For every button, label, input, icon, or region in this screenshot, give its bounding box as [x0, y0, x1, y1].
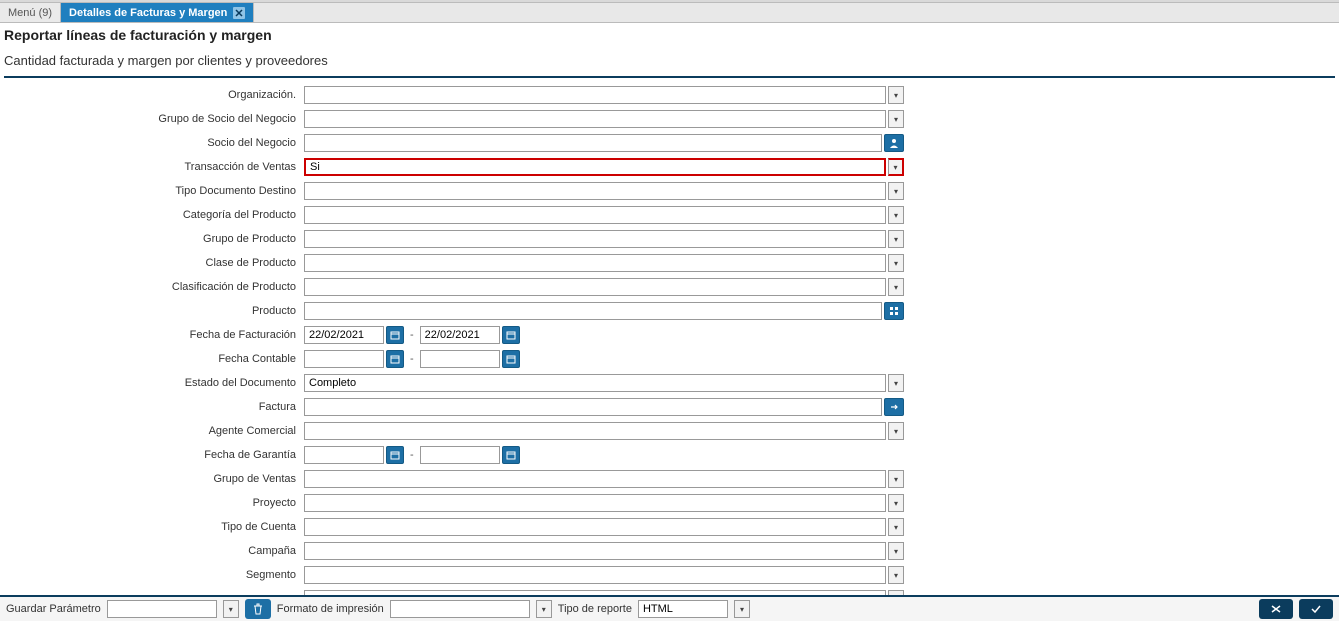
estado-doc-input[interactable]: [304, 374, 886, 392]
calendar-icon[interactable]: [502, 446, 520, 464]
chevron-down-icon[interactable]: ▾: [888, 110, 904, 128]
fecha-cont-to-input[interactable]: [420, 350, 500, 368]
cat-producto-input[interactable]: [304, 206, 886, 224]
fecha-cont-from-input[interactable]: [304, 350, 384, 368]
ok-button[interactable]: [1299, 599, 1333, 619]
chevron-down-icon[interactable]: ▾: [888, 254, 904, 272]
chevron-down-icon[interactable]: ▾: [888, 230, 904, 248]
chevron-down-icon[interactable]: ▾: [888, 206, 904, 224]
chevron-down-icon[interactable]: ▾: [223, 600, 239, 618]
factura-input[interactable]: [304, 398, 882, 416]
label-producto: Producto: [4, 305, 304, 317]
fecha-fact-to-input[interactable]: [420, 326, 500, 344]
tipo-reporte-input[interactable]: [638, 600, 728, 618]
tab-detalles[interactable]: Detalles de Facturas y Margen: [61, 3, 254, 22]
page-subtitle: Cantidad facturada y margen por clientes…: [0, 43, 1339, 74]
cancel-button[interactable]: [1259, 599, 1293, 619]
calendar-icon[interactable]: [386, 446, 404, 464]
divider: [4, 76, 1335, 78]
label-organizacion: Organización.: [4, 89, 304, 101]
producto-input[interactable]: [304, 302, 882, 320]
label-clasif-producto: Clasificación de Producto: [4, 281, 304, 293]
clase-producto-input[interactable]: [304, 254, 886, 272]
formato-input[interactable]: [390, 600, 530, 618]
label-proyecto: Proyecto: [4, 497, 304, 509]
footer-bar: Guardar Parámetro ▾ Formato de impresión…: [0, 595, 1339, 621]
page-title: Reportar líneas de facturación y margen: [0, 23, 1339, 43]
chevron-down-icon[interactable]: ▾: [888, 542, 904, 560]
grupo-ventas-input[interactable]: [304, 470, 886, 488]
grupo-socio-input[interactable]: [304, 110, 886, 128]
label-trans-ventas: Transacción de Ventas: [4, 161, 304, 173]
tab-bar: Menú (9) Detalles de Facturas y Margen: [0, 3, 1339, 23]
calendar-icon[interactable]: [502, 350, 520, 368]
tipo-doc-input[interactable]: [304, 182, 886, 200]
chevron-down-icon[interactable]: ▾: [888, 182, 904, 200]
separator: -: [406, 329, 418, 341]
label-tipo-doc: Tipo Documento Destino: [4, 185, 304, 197]
close-icon[interactable]: [233, 7, 245, 19]
separator: -: [406, 449, 418, 461]
grupo-producto-input[interactable]: [304, 230, 886, 248]
trash-icon[interactable]: [245, 599, 271, 619]
chevron-down-icon[interactable]: ▾: [888, 374, 904, 392]
segmento-input[interactable]: [304, 566, 886, 584]
label-tipo-cuenta: Tipo de Cuenta: [4, 521, 304, 533]
tipo-cuenta-input[interactable]: [304, 518, 886, 536]
form-area: Organización. ▾ Grupo de Socio del Negoc…: [0, 86, 1339, 596]
label-fecha-cont: Fecha Contable: [4, 353, 304, 365]
label-grupo-producto: Grupo de Producto: [4, 233, 304, 245]
calendar-icon[interactable]: [386, 350, 404, 368]
chevron-down-icon[interactable]: ▾: [888, 158, 904, 176]
calendar-icon[interactable]: [386, 326, 404, 344]
separator: -: [406, 353, 418, 365]
label-fecha-garantia: Fecha de Garantía: [4, 449, 304, 461]
chevron-down-icon[interactable]: ▾: [888, 566, 904, 584]
proyecto-input[interactable]: [304, 494, 886, 512]
partner-icon[interactable]: [884, 134, 904, 152]
tab-menu-label: Menú (9): [8, 7, 52, 19]
label-grupo-ventas: Grupo de Ventas: [4, 473, 304, 485]
chevron-down-icon[interactable]: ▾: [536, 600, 552, 618]
guardar-param-input[interactable]: [107, 600, 217, 618]
organizacion-input[interactable]: [304, 86, 886, 104]
agente-input[interactable]: [304, 422, 886, 440]
clasif-producto-input[interactable]: [304, 278, 886, 296]
chevron-down-icon[interactable]: ▾: [888, 278, 904, 296]
label-guardar-param: Guardar Parámetro: [6, 603, 101, 615]
trans-ventas-input[interactable]: [304, 158, 886, 176]
label-factura: Factura: [4, 401, 304, 413]
label-clase-producto: Clase de Producto: [4, 257, 304, 269]
tab-detalles-label: Detalles de Facturas y Margen: [69, 7, 227, 19]
calendar-icon[interactable]: [502, 326, 520, 344]
chevron-down-icon[interactable]: ▾: [888, 422, 904, 440]
chevron-down-icon[interactable]: ▾: [888, 470, 904, 488]
chevron-down-icon[interactable]: ▾: [888, 518, 904, 536]
label-grupo-socio: Grupo de Socio del Negocio: [4, 113, 304, 125]
label-agente: Agente Comercial: [4, 425, 304, 437]
label-socio: Socio del Negocio: [4, 137, 304, 149]
fecha-fact-from-input[interactable]: [304, 326, 384, 344]
chevron-down-icon[interactable]: ▾: [888, 494, 904, 512]
label-formato: Formato de impresión: [277, 603, 384, 615]
label-tipo-reporte: Tipo de reporte: [558, 603, 632, 615]
fecha-garantia-from-input[interactable]: [304, 446, 384, 464]
label-segmento: Segmento: [4, 569, 304, 581]
chevron-down-icon[interactable]: ▾: [888, 86, 904, 104]
label-cat-producto: Categoría del Producto: [4, 209, 304, 221]
grid-icon[interactable]: [884, 302, 904, 320]
arrow-icon[interactable]: [884, 398, 904, 416]
fecha-garantia-to-input[interactable]: [420, 446, 500, 464]
label-campana: Campaña: [4, 545, 304, 557]
campana-input[interactable]: [304, 542, 886, 560]
tab-menu[interactable]: Menú (9): [0, 3, 61, 22]
label-estado-doc: Estado del Documento: [4, 377, 304, 389]
socio-input[interactable]: [304, 134, 882, 152]
chevron-down-icon[interactable]: ▾: [734, 600, 750, 618]
label-fecha-fact: Fecha de Facturación: [4, 329, 304, 341]
